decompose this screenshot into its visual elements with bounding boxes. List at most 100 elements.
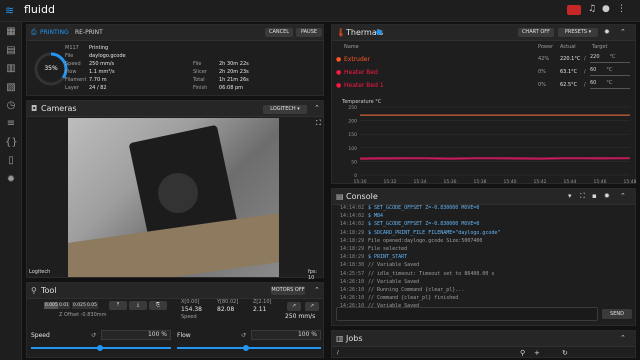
history-icon[interactable]: ◷ [5, 100, 17, 112]
chart-off-button[interactable]: CHART OFF [518, 28, 554, 37]
flow-pct-field[interactable]: 100 % [251, 330, 321, 340]
camera-name: Logitech [29, 269, 51, 275]
heater-actual: 220.1°C [560, 56, 581, 62]
camera-select[interactable]: LOGITECH ▾ [263, 105, 307, 114]
console-gear-icon[interactable]: ✹ [604, 192, 610, 200]
camera-fps: fps: 10 [308, 269, 318, 281]
status-key: Layer [65, 85, 79, 91]
tool-header: ⚲ Tool MOTORS OFF ⌃ [27, 283, 323, 299]
console-time: 14:26:10 [340, 303, 365, 310]
col-target: Target [592, 44, 608, 50]
console-icon[interactable]: ▤ [5, 45, 17, 57]
console-message: File opened:daylogo.gcode Size:5007400 [368, 237, 483, 244]
heater-target-input[interactable]: 220 °C [590, 54, 630, 63]
flow-slider-label: Flow [177, 332, 191, 339]
tune-icon[interactable]: ≡ [5, 118, 17, 130]
menu-icon[interactable]: ⋮ [617, 4, 626, 14]
speed-slider-label: Speed [31, 332, 50, 339]
flow-slider[interactable] [177, 345, 321, 351]
slash-sep: / [584, 56, 586, 62]
zoffset-step[interactable]: 0.025 [72, 302, 87, 309]
heater-unit: °C [606, 67, 613, 73]
heater-power: 0% [538, 82, 546, 88]
z-value[interactable]: 2.11 [253, 306, 266, 313]
console-filter-icon[interactable]: ▾ [568, 192, 572, 200]
heater-target-input[interactable]: 60 °C [590, 67, 630, 76]
dashboard-icon[interactable]: ▦ [5, 26, 17, 38]
x-tick: 15:42 [534, 179, 547, 185]
thermals-help-icon[interactable]: ● [376, 28, 382, 36]
thermals-collapse-icon[interactable]: ⌃ [620, 28, 626, 36]
jobs-filter-icon[interactable]: ⚲ [520, 349, 525, 357]
emergency-stop-button[interactable] [567, 5, 581, 15]
status-header: ⎙ PRINTING RE-PRINT CANCEL PAUSE [27, 25, 323, 41]
fullscreen-icon[interactable]: ⛶ [316, 119, 321, 128]
console-collapse-icon[interactable]: ⌃ [620, 192, 626, 200]
thermals-gear-icon[interactable]: ✹ [604, 28, 610, 36]
motors-off-button[interactable]: MOTORS OFF [271, 286, 305, 295]
y-tick: 150 [348, 132, 357, 138]
zoffset-up-button[interactable]: ⤒ [109, 301, 127, 310]
pause-label: PAUSE [300, 29, 318, 35]
x-value[interactable]: 154.38 [181, 306, 202, 313]
settings-icon[interactable]: ✹ [5, 174, 17, 186]
zoffset-step[interactable]: 0.05 [86, 302, 99, 309]
zoffset-step[interactable]: 0.005 [44, 302, 59, 309]
jobs-path: / [337, 350, 339, 356]
console-time: 14:26:10 [340, 295, 365, 302]
y-value[interactable]: 82.08 [217, 306, 234, 313]
heater-color-dot: ● [336, 82, 342, 89]
presets-label: PRESETS [564, 29, 588, 35]
flow-pct-value: 100 % [297, 331, 317, 338]
speed-reset-icon[interactable]: ↺ [91, 332, 96, 339]
speed-pct-field[interactable]: 100 % [101, 330, 171, 340]
jobs-icon[interactable]: ▧ [5, 82, 17, 94]
status-card: ⎙ PRINTING RE-PRINT CANCEL PAUSE 35% M11… [26, 24, 324, 96]
heater-target-input[interactable]: 60 °C [590, 80, 630, 89]
console-clear-icon[interactable]: ▪ [592, 192, 597, 200]
x-tick: 15:44 [564, 179, 577, 185]
home-button[interactable]: ↗ [287, 302, 301, 311]
col-actual: Actual [560, 44, 576, 50]
macros-icon[interactable]: {} [5, 137, 18, 149]
cancel-button[interactable]: CANCEL [265, 28, 293, 37]
flow-thumb[interactable] [243, 345, 249, 351]
console-time: 14:18:29 [340, 237, 365, 244]
bell-icon[interactable]: ♫ [588, 4, 596, 14]
console-time: 14:18:30 [340, 262, 365, 269]
speed-value[interactable]: 250 mm/s [285, 313, 315, 320]
tool-menu-icon[interactable]: ⌃ [314, 286, 320, 294]
zoffset-step[interactable]: 0.01 [58, 302, 71, 309]
y-label: Y[80.02] [217, 299, 239, 305]
cameras-header: ◘ Cameras LOGITECH ▾ ⌃ [27, 101, 323, 117]
speed-thumb[interactable] [97, 345, 103, 351]
slash-sep: / [584, 82, 586, 88]
jobs-collapse-icon[interactable]: ⌃ [620, 334, 626, 342]
config-icon[interactable]: ▯ [5, 155, 17, 167]
time-key: Finish [193, 85, 208, 91]
console-message: $ SET_GCODE_OFFSET Z=-0.830000 MOVE=0 [368, 221, 480, 228]
speed-slider[interactable] [31, 345, 171, 351]
console-expand-icon[interactable]: ⛶ [580, 192, 585, 201]
move-button[interactable]: ↗ [305, 302, 319, 311]
tab-reprint[interactable]: RE-PRINT [75, 29, 103, 36]
heater-power: 0% [538, 69, 546, 75]
heater-name: Heater Bed [344, 69, 378, 76]
console-time: 14:25:57 [340, 270, 365, 277]
presets-button[interactable]: PRESETS ▾ [558, 28, 598, 37]
jobs-add-icon[interactable]: + [534, 349, 540, 357]
y-tick: 200 [348, 119, 357, 125]
flow-reset-icon[interactable]: ↺ [241, 332, 246, 339]
heater-color-dot: ● [336, 56, 342, 63]
camera-menu-icon[interactable]: ⌃ [314, 104, 320, 112]
send-button[interactable]: SEND [602, 309, 632, 319]
camera-select-label: LOGITECH [270, 106, 296, 112]
zoffset-down-button[interactable]: ⤓ [129, 301, 147, 310]
pause-button[interactable]: PAUSE [296, 28, 322, 37]
console-message: $ M84 [368, 213, 384, 220]
zoffset-save-button[interactable]: ⎘ [149, 301, 167, 310]
file-icon[interactable]: ▥ [5, 63, 17, 75]
jobs-refresh-icon[interactable]: ↻ [562, 349, 568, 357]
user-icon[interactable]: ● [602, 4, 610, 14]
tab-printing[interactable]: PRINTING [40, 29, 69, 36]
